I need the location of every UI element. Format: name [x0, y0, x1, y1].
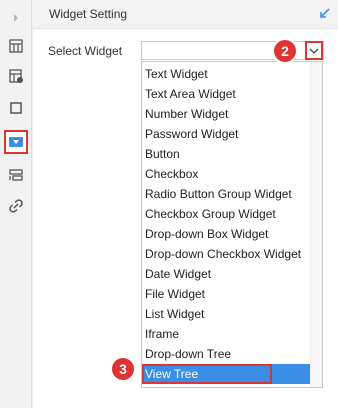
dropdown-option[interactable]: Number Widget	[142, 104, 322, 124]
dropdown-option[interactable]: View Tree	[142, 364, 311, 384]
chevron-right-icon[interactable]	[6, 8, 26, 28]
left-toolbar	[0, 0, 32, 408]
dropdown-option[interactable]: Iframe	[142, 324, 322, 344]
chevron-down-icon[interactable]	[305, 41, 323, 60]
dropdown-scrollbar[interactable]	[310, 62, 322, 387]
dropdown-option[interactable]: Button	[142, 144, 322, 164]
panel-header: Widget Setting	[33, 0, 338, 29]
table-layout-icon[interactable]	[6, 36, 26, 56]
widget-options-list: Text Widget Text Area Widget Number Widget…	[141, 61, 323, 388]
callout-badge-2: 2	[272, 38, 298, 64]
collapse-arrow-icon[interactable]	[318, 6, 332, 20]
widget-icon[interactable]	[4, 130, 28, 154]
dropdown-option[interactable]: Drop-down Tree	[142, 344, 322, 364]
dropdown-option[interactable]: Drop-down Box Widget	[142, 224, 322, 244]
dropdown-option[interactable]: Date Widget	[142, 264, 322, 284]
dropdown-option[interactable]: Drop-down Checkbox Widget	[142, 244, 322, 264]
highlight-callout-box	[142, 364, 272, 384]
dropdown-option[interactable]: Text Widget	[142, 64, 322, 84]
dropdown-option[interactable]: Checkbox Group Widget	[142, 204, 322, 224]
callout-badge-3: 3	[110, 356, 136, 382]
dropdown-option[interactable]: Checkbox	[142, 164, 322, 184]
dropdown-option[interactable]: Password Widget	[142, 124, 322, 144]
select-widget-label: Select Widget	[48, 44, 123, 58]
dropdown-option[interactable]: List Widget	[142, 304, 322, 324]
panel-title: Widget Setting	[49, 7, 128, 21]
report-info-icon[interactable]	[6, 66, 26, 86]
frame-icon[interactable]	[6, 98, 26, 118]
link-icon[interactable]	[6, 196, 26, 216]
dropdown-option[interactable]: Radio Button Group Widget	[142, 184, 322, 204]
form-layout-icon[interactable]	[6, 165, 26, 185]
dropdown-option[interactable]: File Widget	[142, 284, 322, 304]
dropdown-option[interactable]: Text Area Widget	[142, 84, 322, 104]
